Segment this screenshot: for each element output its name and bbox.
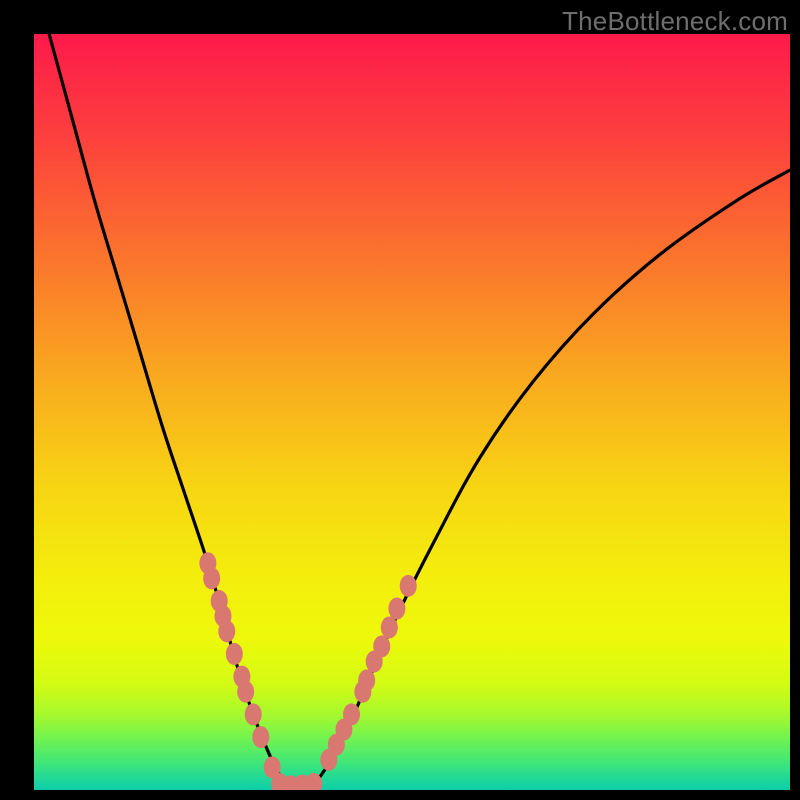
data-marker [400, 575, 417, 597]
data-marker [226, 643, 243, 665]
data-marker [237, 681, 254, 703]
data-marker [381, 616, 398, 638]
data-marker [245, 703, 262, 725]
data-marker [218, 620, 235, 642]
data-marker [388, 598, 405, 620]
chart-frame: TheBottleneck.com [0, 0, 800, 800]
watermark-text: TheBottleneck.com [562, 6, 788, 37]
bottleneck-curve [49, 34, 790, 790]
data-marker [373, 635, 390, 657]
data-marker [358, 669, 375, 691]
curve-markers [199, 552, 416, 790]
data-marker [343, 703, 360, 725]
data-marker [203, 567, 220, 589]
data-marker [252, 726, 269, 748]
plot-area [34, 34, 790, 790]
curve-layer [34, 34, 790, 790]
